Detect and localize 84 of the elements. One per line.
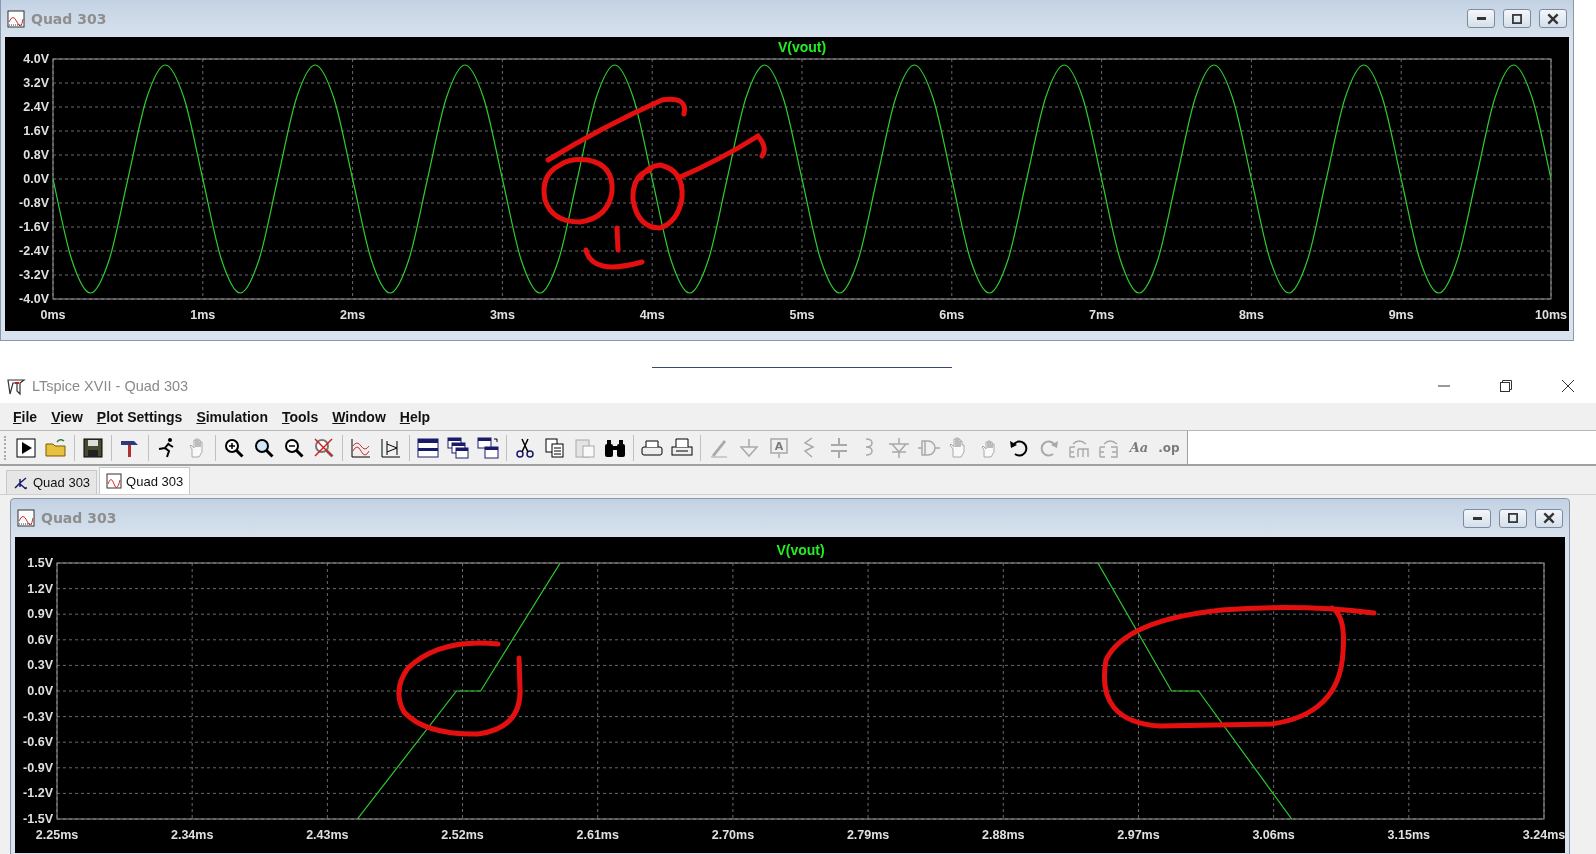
maximize-icon	[1506, 512, 1520, 524]
axis-tick-label: 0ms	[40, 308, 66, 322]
crossed-magnifier-icon[interactable]	[312, 435, 336, 460]
axis-tick-label: 1.6V	[23, 124, 49, 138]
menu-item[interactable]: Simulation	[189, 406, 275, 427]
axis-tick-label: 2.34ms	[171, 828, 214, 842]
play-icon[interactable]	[14, 435, 38, 460]
waveform-icon	[106, 473, 123, 489]
menu-item[interactable]: Help	[392, 406, 438, 427]
axis-tick-label: 1.5V	[27, 556, 53, 570]
close-icon	[1561, 379, 1575, 393]
axis-tick-label: 2ms	[340, 308, 366, 322]
axis-tick-label: 0.3V	[27, 658, 53, 673]
maximize-button[interactable]	[1503, 9, 1531, 28]
cascade-windows-icon[interactable]	[446, 435, 470, 460]
waveform-icon	[17, 509, 35, 527]
close-icon	[1546, 12, 1560, 25]
component-icon	[13, 474, 29, 491]
axis-tick-label: -2.4V	[19, 244, 49, 258]
axis-tick-label: 2.4V	[23, 100, 49, 114]
menu-item[interactable]: Tools	[274, 406, 326, 427]
minimize-button[interactable]	[1463, 508, 1491, 528]
window-title: LTspice XVII - Quad 303	[32, 378, 189, 394]
axis-tick-label: -0.9V	[23, 760, 53, 775]
menu-item[interactable]: Window	[325, 406, 393, 427]
axis-tick-label: 5ms	[789, 308, 815, 322]
copy-icon[interactable]	[543, 435, 567, 460]
axis-tick-label: -3.2V	[19, 268, 49, 282]
axis-tick-label: 2.52ms	[441, 828, 484, 842]
axis-tick-label: 1ms	[190, 308, 216, 322]
axis-tick-label: 3.15ms	[1387, 828, 1430, 842]
close-button[interactable]	[1539, 9, 1567, 28]
axis-tick-label: 2.79ms	[846, 828, 890, 842]
axis-tick-label: 2.97ms	[1117, 828, 1160, 842]
document-tab[interactable]: Quad 303	[6, 470, 98, 494]
axis-tick-label: 2.88ms	[982, 828, 1025, 842]
axis-tick-label: 0.6V	[27, 632, 53, 647]
window-title: Quad 303	[41, 510, 117, 526]
close-button[interactable]	[1535, 508, 1563, 528]
menu-item[interactable]: Plot Settings	[89, 406, 190, 427]
maximize-icon	[1510, 12, 1524, 25]
restore-icon	[1499, 379, 1513, 393]
trace-label[interactable]: V(vout)	[777, 39, 827, 55]
menu-item[interactable]: File	[6, 406, 45, 427]
minimize-icon	[1472, 516, 1482, 520]
axis-tick-label: -0.8V	[19, 196, 49, 210]
axis-tick-label: 4.0V	[23, 52, 49, 66]
menu-item[interactable]: View	[44, 406, 90, 427]
maximize-button[interactable]	[1499, 508, 1527, 528]
app-logo-icon	[6, 376, 26, 396]
axis-tick-label: 7ms	[1089, 308, 1115, 322]
axis-tick-label: 2.61ms	[576, 828, 619, 842]
axis-tick-label: 9ms	[1388, 308, 1414, 322]
axis-tick-label: 0.0V	[27, 684, 53, 698]
axis-tick-label: 3.24ms	[1522, 828, 1566, 842]
tiled-windows-icon[interactable]	[416, 435, 440, 460]
minimize-icon	[1476, 17, 1486, 20]
axis-tick-label: -1.5V	[23, 812, 53, 826]
axis-tick-label: 2.70ms	[711, 828, 755, 842]
axis-tick-label: 4ms	[639, 308, 665, 322]
minimize-button[interactable]	[1467, 9, 1495, 28]
axis-tick-label: -4.0V	[19, 292, 49, 306]
axis-tick-label: 6ms	[939, 308, 965, 322]
stacked-windows-icon[interactable]	[476, 435, 500, 460]
axis-tick-label: -0.3V	[23, 709, 53, 724]
axis-tick-label: 3.06ms	[1252, 828, 1295, 842]
axis-tick-label: -1.6V	[19, 220, 49, 234]
axis-tick-label: 0.9V	[27, 607, 53, 622]
trace-label[interactable]: V(vout)	[776, 542, 825, 558]
axis-tick-label: 3ms	[489, 308, 515, 322]
axis-tick-label: 2.25ms	[35, 828, 79, 842]
window-title: Quad 303	[31, 10, 107, 27]
axis-tick-label: 2.43ms	[306, 828, 349, 842]
axis-tick-label: 3.2V	[23, 76, 49, 90]
waveform-icon	[7, 9, 25, 28]
axis-tick-label: 10ms	[1535, 308, 1567, 322]
axis-tick-label: 1.2V	[27, 581, 53, 596]
axis-tick-label: 0.0V	[23, 172, 49, 186]
axis-tick-label: -1.2V	[23, 786, 53, 801]
close-icon	[1542, 512, 1556, 524]
axis-tick-label: 0.8V	[23, 148, 49, 162]
axis-tick-label: 8ms	[1238, 308, 1264, 322]
document-tab[interactable]: Quad 303	[99, 467, 191, 494]
axis-tick-label: -0.6V	[23, 735, 53, 750]
